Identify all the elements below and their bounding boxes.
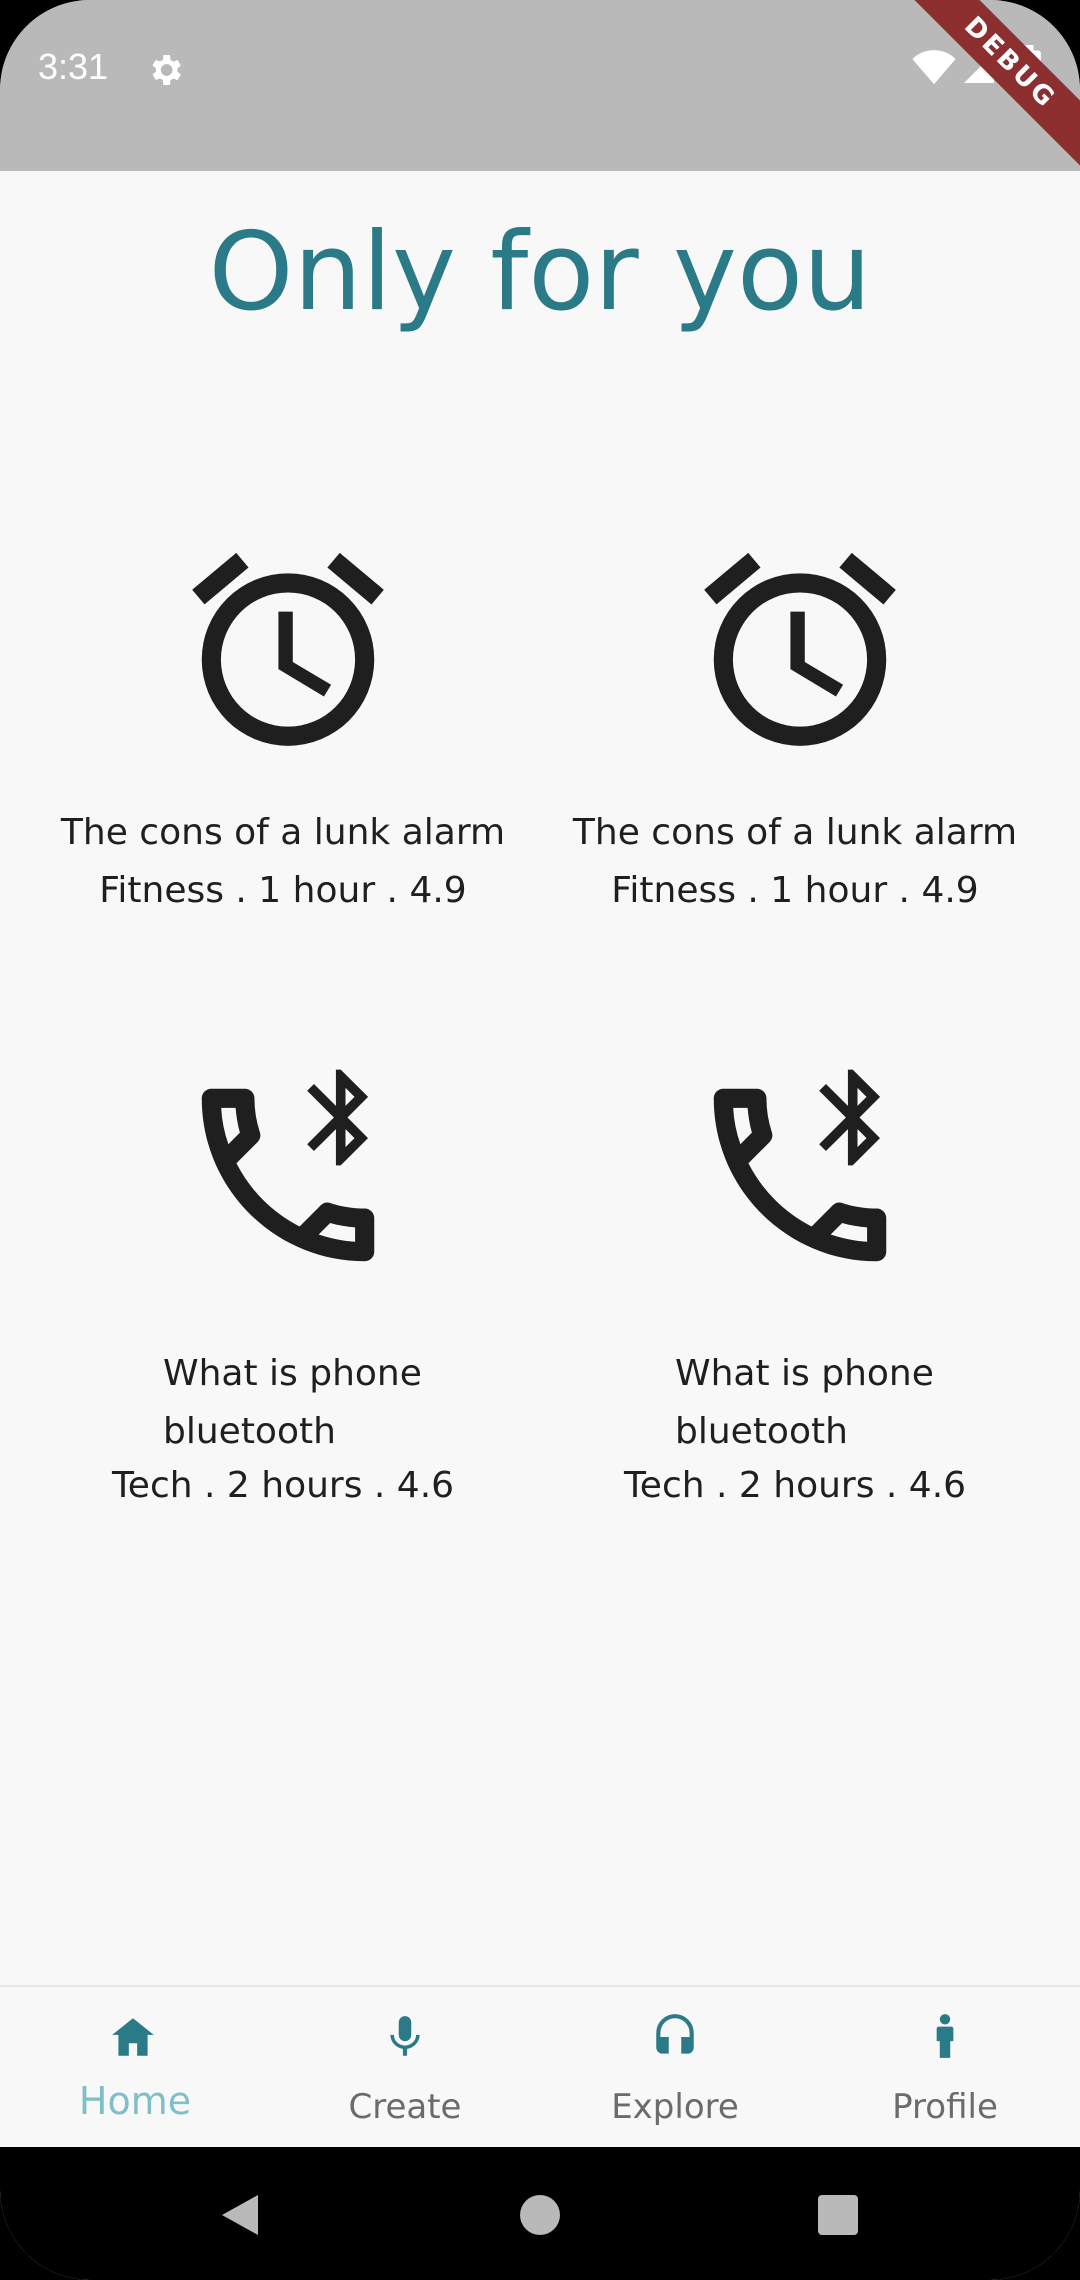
alarm-clock-icon <box>192 552 384 746</box>
nav-item-explore[interactable]: Explore <box>540 1987 810 2149</box>
microphone-icon <box>390 2016 420 2056</box>
phone-bluetooth-icon <box>201 1069 375 1262</box>
card-meta: Fitness . 1 hour . 4.9 <box>99 870 467 911</box>
card-title-line: What is phone <box>163 1353 422 1394</box>
card-meta: Tech . 2 hours . 4.6 <box>111 1465 455 1506</box>
card-title: The cons of a lunk alarm <box>60 812 506 853</box>
content-card[interactable]: What is phone bluetooth Tech . 2 hours .… <box>23 1055 543 1515</box>
person-icon <box>936 2014 954 2058</box>
alarm-clock-icon <box>704 552 896 746</box>
app-screen: 3:31 DEBUG Only for you The cons of a lu… <box>0 0 1080 2280</box>
settings-gear-icon <box>152 55 181 85</box>
back-icon[interactable] <box>218 2191 262 2239</box>
bottom-navigation: Home Create Explore Profile <box>0 1985 1080 2149</box>
nav-item-home[interactable]: Home <box>0 1987 270 2149</box>
home-button-icon[interactable] <box>520 2195 560 2235</box>
nav-label-explore: Explore <box>611 2087 739 2127</box>
card-meta: Tech . 2 hours . 4.6 <box>623 1465 967 1506</box>
nav-item-profile[interactable]: Profile <box>810 1987 1080 2149</box>
card-title-line: What is phone <box>675 1353 934 1394</box>
nav-label-home: Home <box>78 2079 192 2123</box>
nav-label-create: Create <box>348 2087 462 2127</box>
card-title-line: bluetooth <box>675 1411 848 1452</box>
page-title: Only for you <box>208 210 872 335</box>
phone-bluetooth-icon <box>713 1069 887 1262</box>
content-card[interactable]: The cons of a lunk alarm Fitness . 1 hou… <box>23 520 543 940</box>
nav-label-profile: Profile <box>892 2087 998 2127</box>
card-title: What is phone bluetooth <box>675 1345 1035 1461</box>
card-title-line: bluetooth <box>163 1411 336 1452</box>
system-navigation-bar <box>0 2147 1080 2280</box>
recent-apps-icon[interactable] <box>818 2195 858 2235</box>
status-time: 3:31 <box>38 46 109 87</box>
content-card[interactable]: The cons of a lunk alarm Fitness . 1 hou… <box>535 520 1055 940</box>
card-title: What is phone bluetooth <box>163 1345 523 1461</box>
wifi-icon <box>912 50 956 85</box>
card-title: The cons of a lunk alarm <box>572 812 1018 853</box>
card-meta: Fitness . 1 hour . 4.9 <box>611 870 979 911</box>
content-card[interactable]: What is phone bluetooth Tech . 2 hours .… <box>535 1055 1055 1515</box>
debug-ribbon: DEBUG <box>894 0 1080 179</box>
headphones-icon <box>656 2014 694 2054</box>
status-bar: 3:31 DEBUG <box>0 0 1080 179</box>
home-icon <box>112 2018 154 2056</box>
nav-item-create[interactable]: Create <box>270 1987 540 2149</box>
